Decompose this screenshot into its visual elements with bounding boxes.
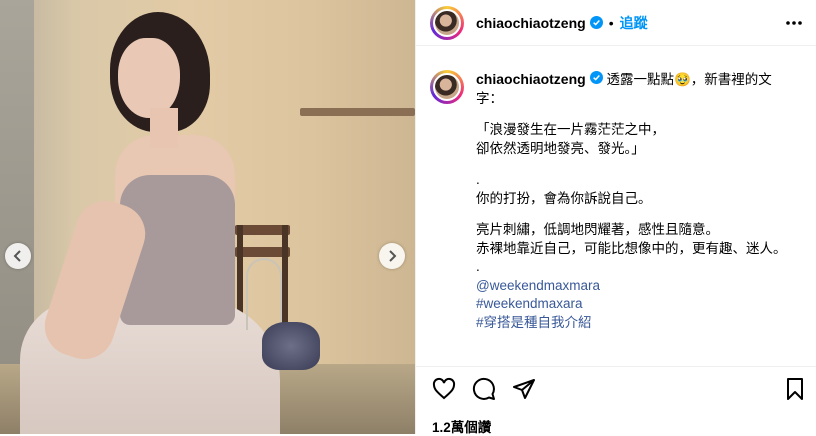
- avatar[interactable]: [430, 5, 464, 40]
- post-side-panel: chiaochiaotzeng • 追蹤 chiaochiaotzeng 透露一…: [415, 0, 816, 436]
- mention-link[interactable]: @weekendmaxmara: [476, 277, 806, 296]
- photo-bag-strap: [246, 258, 282, 330]
- caption-dot-2: .: [476, 259, 480, 274]
- caption-username[interactable]: chiaochiaotzeng: [476, 71, 586, 87]
- caption-line-sequins: 亮片刺繡，低調地閃耀著，感性且隨意。: [476, 222, 719, 237]
- likes-count[interactable]: 1.2萬個讚: [432, 416, 491, 436]
- caption-text: chiaochiaotzeng 透露一點點🥹，新書裡的文 字： 「浪漫發生在一片…: [476, 70, 806, 332]
- follow-button[interactable]: 追蹤: [620, 13, 648, 33]
- post-header: chiaochiaotzeng • 追蹤: [416, 0, 816, 46]
- caption-line-dress: 你的打扮，會為你訴說自己。: [476, 190, 652, 206]
- caption-quote-line-2: 卻依然透明地發亮、發光。」: [476, 140, 645, 156]
- post-photo: [0, 0, 415, 434]
- header-username[interactable]: chiaochiaotzeng: [476, 15, 586, 31]
- more-options-icon[interactable]: [785, 14, 803, 32]
- photo-neck: [150, 108, 178, 148]
- next-image-button[interactable]: [379, 243, 405, 269]
- verified-badge-icon: [589, 16, 603, 29]
- bookmark-icon[interactable]: [783, 377, 807, 401]
- caption-second-line: 字：: [476, 90, 503, 106]
- hashtag-link[interactable]: #weekendmaxara: [476, 295, 806, 314]
- caption-avatar[interactable]: [430, 70, 464, 104]
- header-separator: •: [608, 14, 614, 31]
- share-icon[interactable]: [512, 377, 536, 401]
- caption-dot-1: .: [476, 172, 480, 187]
- photo-face: [118, 38, 180, 118]
- comment-icon[interactable]: [472, 377, 496, 401]
- photo-bag: [262, 322, 320, 370]
- instagram-post: chiaochiaotzeng • 追蹤 chiaochiaotzeng 透露一…: [0, 0, 816, 436]
- chevron-right-icon: [389, 250, 397, 262]
- caption-first-line-rest: ，新書裡的文: [690, 72, 772, 87]
- caption-first-line: 透露一點點: [606, 72, 674, 87]
- photo-shelf: [300, 108, 415, 116]
- chevron-left-icon: [13, 250, 21, 262]
- heart-icon[interactable]: [432, 377, 456, 401]
- action-bar: [416, 366, 816, 410]
- caption-quote-line-1: 「浪漫發生在一片霧茫茫之中，: [476, 122, 665, 137]
- hashtag-link[interactable]: #穿搭是種自我介紹: [476, 314, 806, 333]
- caption-line-bare: 赤裸地靠近自己，可能比想像中的，更有趣、迷人。: [476, 240, 787, 256]
- verified-badge-icon: [589, 71, 603, 84]
- previous-image-button[interactable]: [5, 243, 31, 269]
- post-caption: chiaochiaotzeng 透露一點點🥹，新書裡的文 字： 「浪漫發生在一片…: [430, 70, 810, 332]
- caption-emoji: 🥹: [673, 72, 691, 87]
